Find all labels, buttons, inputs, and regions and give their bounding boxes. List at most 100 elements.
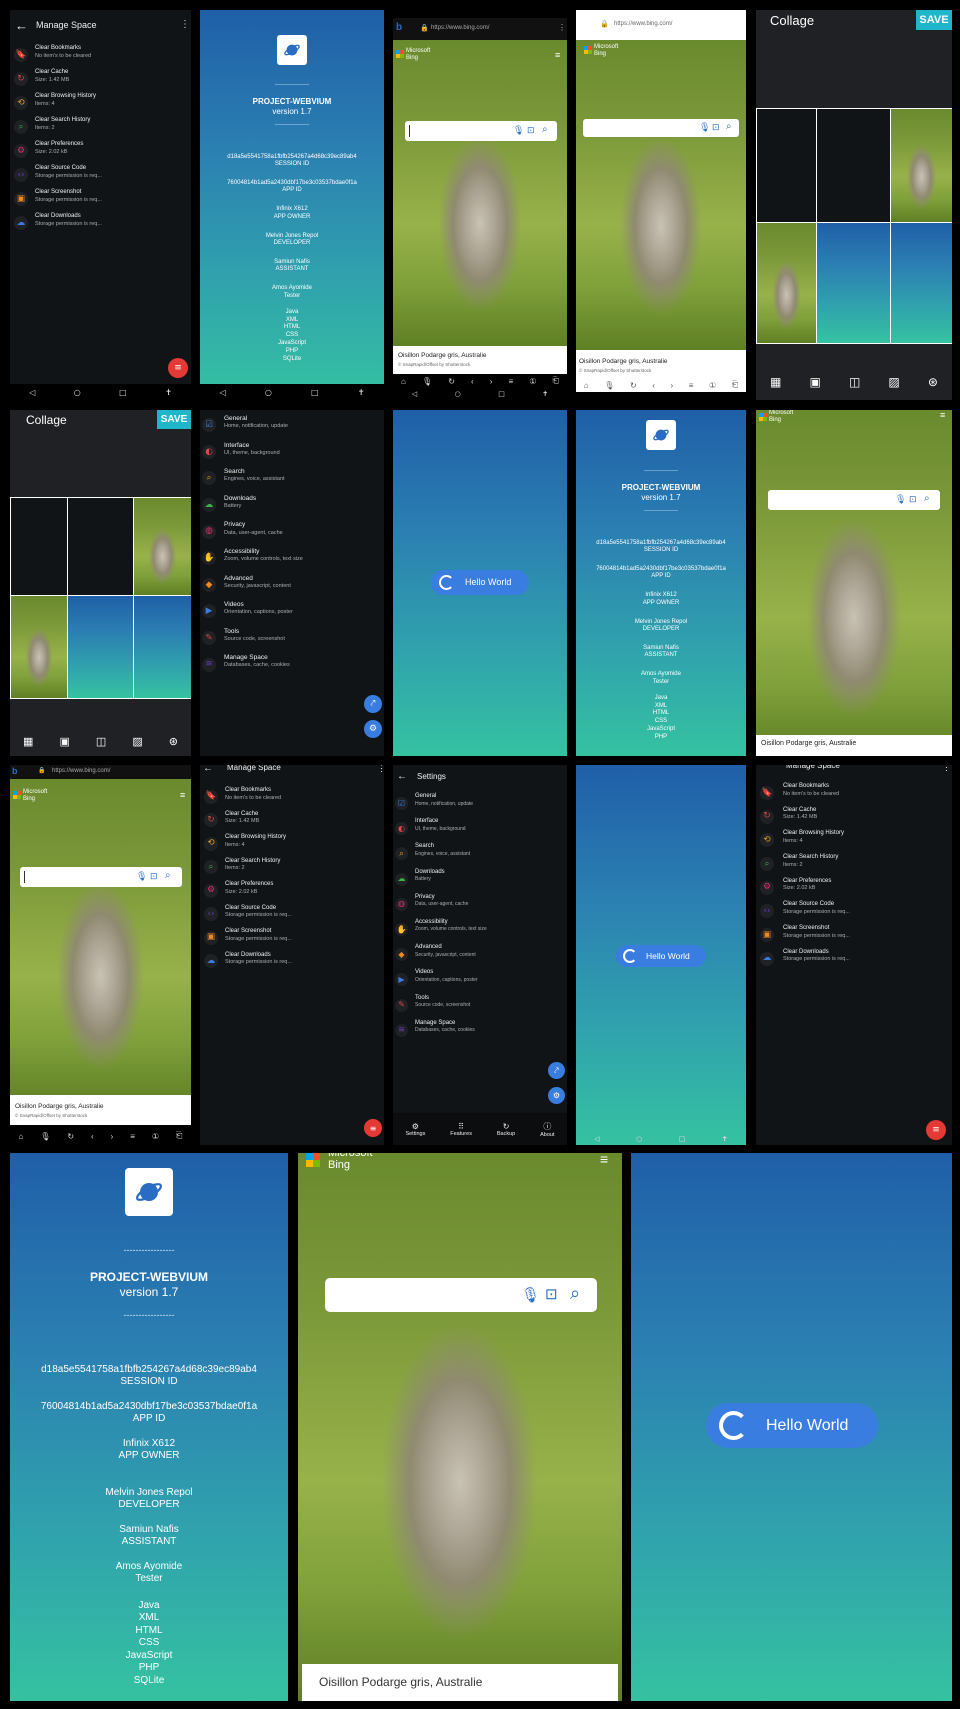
collage-tile[interactable] (68, 596, 133, 698)
layout-icon[interactable]: ▦ (770, 375, 781, 389)
visual-search-icon[interactable]: ⊡ (527, 125, 535, 136)
filter-icon[interactable]: ⊛ (169, 735, 178, 748)
visual-search-icon[interactable]: ⊡ (150, 871, 158, 882)
list-item[interactable]: ≋ Manage Space Databases, cache, cookies (200, 651, 384, 678)
clear-fab[interactable]: ≡ (168, 358, 188, 378)
refresh-icon[interactable]: ↻ (448, 377, 455, 386)
list-item[interactable]: ▶ Videos Orientation, captions, poster (200, 598, 384, 625)
list-item[interactable]: ⌕ Clear Search History Items: 2 (756, 852, 952, 876)
list-item[interactable]: ⚙ Clear Preferences Size: 2.02 kB (200, 879, 384, 903)
back-arrow-icon[interactable]: ← (15, 18, 28, 33)
list-item[interactable]: ✋ Accessibility Zoom, volume controls, tex… (200, 545, 384, 572)
tabs-icon[interactable]: ① (152, 1132, 159, 1141)
url-text[interactable]: https://www.bing.com/ (52, 768, 110, 774)
list-item[interactable]: ⌕ Search Engines, voice, assistant (200, 465, 384, 492)
ratio-icon[interactable]: ◫ (96, 735, 106, 748)
search-icon[interactable]: ⌕ (542, 124, 548, 135)
search-icon[interactable]: ⌕ (570, 1283, 580, 1304)
list-item[interactable]: ✋ Accessibility Zoom, volume controls, tex… (393, 917, 567, 942)
collage-tile[interactable] (68, 498, 133, 595)
clear-fab[interactable]: ≡ (364, 1119, 382, 1137)
url-text[interactable]: https://www.bing.com/ (431, 25, 489, 31)
nav-home-icon[interactable]: ○ (455, 390, 461, 398)
image-caption[interactable]: Oisillon Podarge gris, Australie (761, 740, 856, 747)
microphone-icon[interactable]: 🎙 (40, 1132, 50, 1141)
bottom-nav-features[interactable]: ⠿ Features (450, 1122, 472, 1137)
nav-recent-icon[interactable]: □ (679, 1135, 686, 1143)
list-item[interactable]: ↻ Clear Cache Size: 1.42 MB (10, 67, 191, 91)
visual-search-icon[interactable]: ⊡ (909, 494, 917, 505)
url-text[interactable]: https://www.bing.com/ (614, 21, 672, 27)
save-button[interactable]: SAVE (916, 10, 952, 30)
list-item[interactable]: ▣ Clear Screenshot Storage permission is r… (200, 926, 384, 950)
list-item[interactable]: ⟲ Clear Browsing History Items: 4 (10, 91, 191, 115)
bottom-nav-settings[interactable]: ⚙ Settings (405, 1122, 425, 1137)
list-item[interactable]: ☑ General Home, notification, update (393, 791, 567, 816)
bottom-nav-about[interactable]: ⓘ About (540, 1121, 554, 1138)
hamburger-menu-icon[interactable]: ≡ (940, 410, 945, 420)
collage-tile[interactable] (817, 109, 890, 222)
list-item[interactable]: ▣ Clear Screenshot Storage permission is r… (10, 187, 191, 211)
border-icon[interactable]: ▣ (810, 375, 821, 389)
home-icon[interactable]: ⌂ (18, 1132, 23, 1141)
search-box[interactable]: 🎙 ⊡ ⌕ (583, 119, 739, 137)
search-box[interactable]: 🎙 ⊡ ⌕ (325, 1278, 597, 1312)
microphone-icon[interactable]: 🎙 (895, 494, 906, 505)
more-vertical-icon[interactable]: ⋮ (180, 19, 190, 30)
back-icon[interactable]: ‹ (652, 381, 655, 390)
tabs-icon[interactable]: ① (529, 377, 536, 386)
home-icon[interactable]: ⌂ (401, 377, 406, 386)
list-item[interactable]: ☁ Downloads Battery (393, 867, 567, 892)
list-item[interactable]: ▣ Clear Screenshot Storage permission is r… (756, 923, 952, 947)
list-item[interactable]: ◐ Interface UI, theme, background (393, 816, 567, 841)
search-box[interactable]: 🎙 ⊡ ⌕ (20, 867, 182, 887)
list-item[interactable]: ☁ Clear Downloads Storage permission is re… (756, 947, 952, 971)
more-vertical-icon[interactable]: ⋮ (377, 765, 384, 774)
share-fab[interactable]: ⤤ (548, 1062, 565, 1079)
share-fab[interactable]: ⤤ (364, 695, 382, 713)
nav-home-icon[interactable]: ○ (636, 1135, 642, 1143)
collage-tile[interactable] (11, 596, 67, 698)
refresh-icon[interactable]: ↻ (67, 1132, 74, 1141)
nav-accessibility-icon[interactable]: ✝ (542, 390, 548, 398)
list-item[interactable]: ‹› Clear Source Code Storage permission is… (10, 163, 191, 187)
forward-icon[interactable]: › (111, 1132, 114, 1141)
back-icon[interactable]: ‹ (91, 1132, 94, 1141)
nav-accessibility-icon[interactable]: ✝ (722, 1135, 728, 1143)
list-item[interactable]: ◍ Privacy Data, user-agent, cache (200, 518, 384, 545)
collage-tile[interactable] (757, 109, 816, 222)
list-item[interactable]: ↻ Clear Cache Size: 1.42 MB (756, 805, 952, 829)
search-box[interactable]: 🎙 ⊡ ⌕ (768, 490, 940, 510)
ratio-icon[interactable]: ◫ (849, 375, 860, 389)
nav-back-icon[interactable]: ◁ (594, 1135, 599, 1143)
list-item[interactable]: ‹› Clear Source Code Storage permission is… (200, 903, 384, 927)
visual-search-icon[interactable]: ⊡ (545, 1285, 558, 1303)
list-item[interactable]: ⚙ Clear Preferences Size: 2.02 kB (756, 876, 952, 900)
image-caption[interactable]: Oisillon Podarge gris, Australie (15, 1103, 104, 1110)
nav-home-icon[interactable]: ○ (265, 388, 272, 397)
visual-search-icon[interactable]: ⊡ (712, 122, 720, 133)
hello-world-button[interactable]: Hello World (431, 570, 529, 595)
tabs-icon[interactable]: ① (709, 381, 716, 390)
menu-icon[interactable]: ≡ (689, 381, 694, 390)
microphone-icon[interactable]: 🎙 (699, 122, 710, 133)
nav-back-icon[interactable]: ◁ (412, 390, 417, 398)
collage-tile[interactable] (757, 223, 816, 343)
nav-back-icon[interactable]: ◁ (29, 388, 35, 397)
collage-tile[interactable] (891, 109, 952, 222)
microphone-icon[interactable]: 🎙 (513, 125, 524, 136)
hamburger-menu-icon[interactable]: ≡ (600, 1153, 608, 1167)
home-icon[interactable]: ⌂ (584, 381, 589, 390)
list-item[interactable]: ☑ General Home, notification, update (200, 412, 384, 439)
settings-fab[interactable]: ⚙ (364, 720, 382, 738)
list-item[interactable]: 🔖 Clear Bookmarks No item's to be cleared (200, 785, 384, 809)
more-vertical-icon[interactable]: ⋮ (942, 765, 951, 773)
list-item[interactable]: ⌕ Clear Search History Items: 2 (10, 115, 191, 139)
microphone-icon[interactable]: 🎙 (136, 871, 147, 882)
bottom-nav-backup[interactable]: ↻ Backup (497, 1122, 515, 1137)
forward-icon[interactable]: › (490, 377, 493, 386)
list-item[interactable]: ⌕ Clear Search History Items: 2 (200, 856, 384, 880)
list-item[interactable]: ⌕ Search Engines, voice, assistant (393, 841, 567, 866)
search-icon[interactable]: ⌕ (726, 121, 732, 132)
clear-fab[interactable]: ≡ (926, 1120, 946, 1140)
